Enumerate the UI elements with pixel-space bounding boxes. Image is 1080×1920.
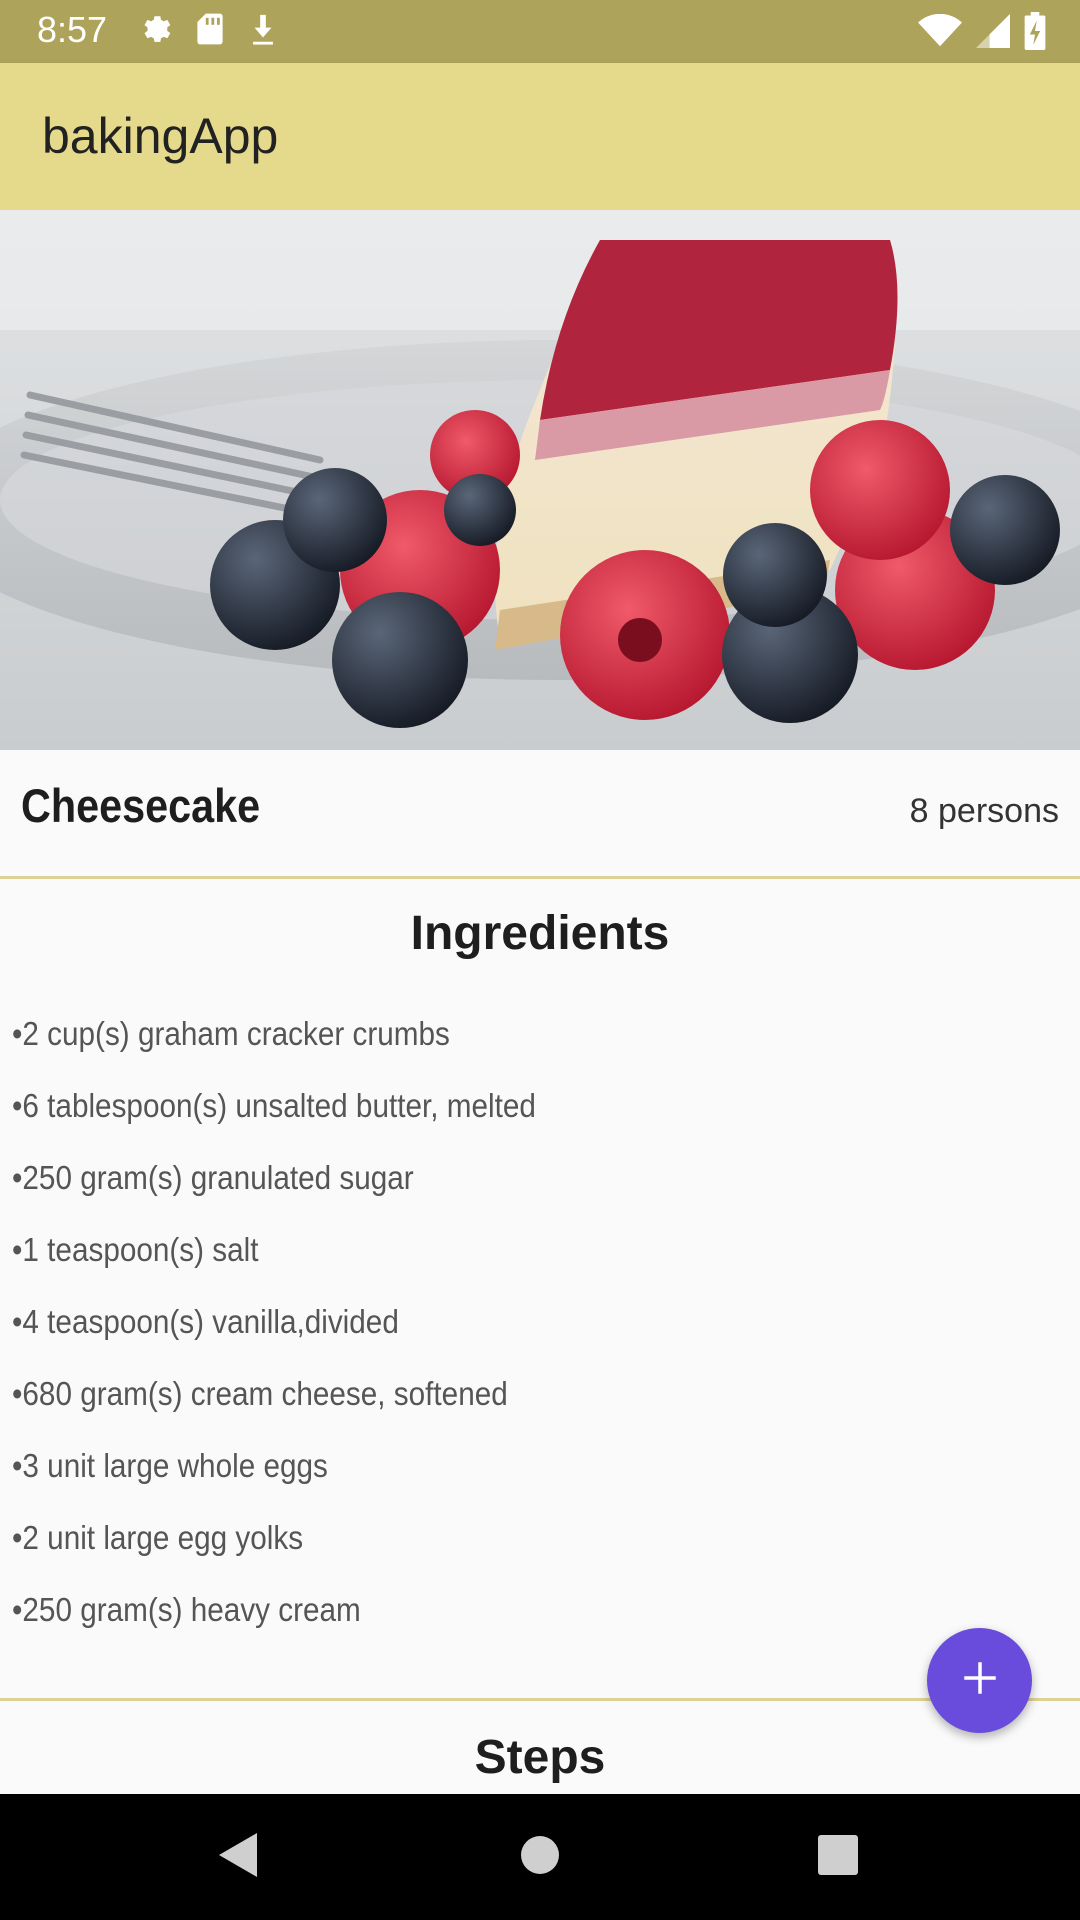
ingredient-item: 3 unit large whole eggs [12,1442,536,1514]
divider [0,876,1080,879]
app-title: bakingApp [42,108,279,164]
ingredient-item: 250 gram(s) heavy cream [12,1586,536,1658]
ingredient-item: 1 teaspoon(s) salt [12,1226,536,1298]
home-icon [520,1835,560,1880]
ingredient-item: 4 teaspoon(s) vanilla,divided [12,1298,536,1370]
ingredient-item: 6 tablespoon(s) unsalted butter, melted [12,1082,535,1154]
recipe-name: Cheesecake [21,779,261,832]
home-button[interactable] [480,1794,600,1920]
sd-card-icon [196,12,224,46]
recipe-servings: 8 persons [909,792,1059,830]
battery-icon [1024,12,1046,50]
divider [0,1698,1080,1701]
plus-icon [959,1657,1001,1704]
recents-icon [817,1834,859,1881]
settings-icon [138,12,172,46]
back-icon [217,1831,259,1884]
status-bar: 8:57 [0,0,1080,63]
signal-icon [976,14,1010,48]
wifi-icon [918,14,962,48]
ingredient-list: 2 cup(s) graham cracker crumbs 6 tablesp… [12,1010,594,1658]
status-time: 8:57 [37,9,108,50]
recents-button[interactable] [778,1794,898,1920]
ingredient-item: 680 gram(s) cream cheese, softened [12,1370,536,1442]
navigation-bar [0,1794,1080,1920]
ingredient-item: 2 unit large egg yolks [12,1514,536,1586]
ingredient-item: 2 cup(s) graham cracker crumbs [12,1010,536,1082]
ingredient-item: 250 gram(s) granulated sugar [12,1154,536,1226]
steps-title: Steps [474,1731,606,1784]
ingredients-title: Ingredients [410,907,670,960]
app-bar: bakingApp [0,63,1080,210]
recipe-header: Cheesecake 8 persons [0,750,1080,876]
back-button[interactable] [178,1794,298,1920]
recipe-image [0,210,1080,750]
add-fab-button[interactable] [927,1628,1032,1733]
download-icon [248,12,278,46]
